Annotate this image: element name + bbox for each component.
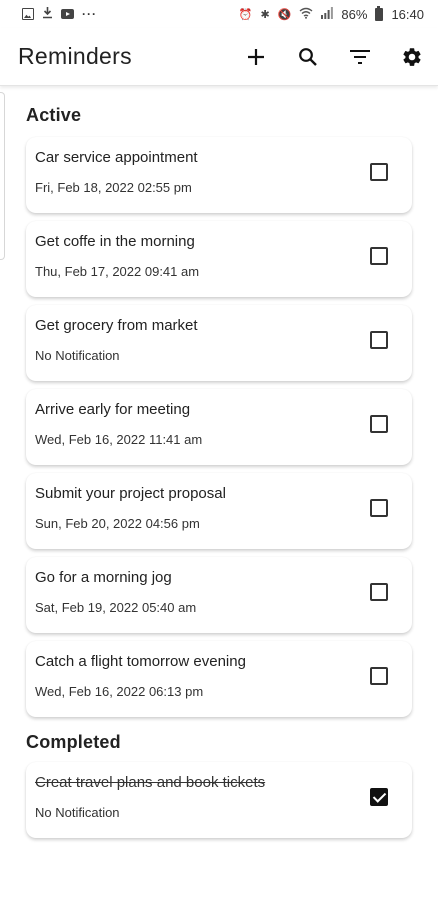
filter-button[interactable] <box>334 35 386 79</box>
image-icon <box>22 8 34 20</box>
reminder-datetime: Thu, Feb 17, 2022 09:41 am <box>35 264 200 279</box>
reminder-checkbox[interactable] <box>370 415 388 433</box>
youtube-icon <box>61 9 74 19</box>
alarm-icon: ⏰ <box>238 8 253 21</box>
status-time: 16:40 <box>391 6 424 22</box>
more-dots-icon: ··· <box>82 7 97 21</box>
reminder-datetime: Fri, Feb 18, 2022 02:55 pm <box>35 180 192 195</box>
section-heading-completed: Completed <box>26 732 121 752</box>
status-bar-right: ⏰ ✱ 🔇 86% 16:40 <box>238 5 424 22</box>
section-heading-active: Active <box>26 105 82 125</box>
search-icon <box>298 47 318 67</box>
app-bar: Reminders <box>0 28 438 86</box>
mute-icon: 🔇 <box>277 8 292 21</box>
reminder-checkbox[interactable] <box>370 163 388 181</box>
reminder-datetime: Wed, Feb 16, 2022 11:41 am <box>35 432 203 447</box>
bluetooth-icon: ✱ <box>260 8 270 21</box>
filter-icon <box>349 49 371 65</box>
status-bar-left: ··· <box>22 6 97 22</box>
reminder-checkbox[interactable] <box>370 247 388 265</box>
settings-button[interactable] <box>386 35 438 79</box>
add-button[interactable] <box>230 35 282 79</box>
add-icon <box>246 47 266 67</box>
reminder-title: Get grocery from market <box>35 317 198 334</box>
reminder-card[interactable]: Catch a flight tomorrow evening Wed, Feb… <box>26 641 412 717</box>
reminder-card[interactable]: Get grocery from market No Notification <box>26 305 412 381</box>
reminder-card[interactable]: Car service appointment Fri, Feb 18, 202… <box>26 137 412 213</box>
reminder-datetime: No Notification <box>35 805 120 820</box>
reminder-checkbox[interactable] <box>370 499 388 517</box>
reminder-title: Get coffe in the morning <box>35 233 195 250</box>
reminder-title: Car service appointment <box>35 149 198 166</box>
search-button[interactable] <box>282 35 334 79</box>
reminder-title: Catch a flight tomorrow evening <box>35 653 246 670</box>
reminder-title: Creat travel plans and book tickets <box>35 774 266 791</box>
reminder-title: Go for a morning jog <box>35 569 172 586</box>
settings-icon <box>401 46 423 68</box>
reminder-title: Submit your project proposal <box>35 485 226 502</box>
signal-icon <box>321 6 334 22</box>
battery-level: 86% <box>341 6 368 22</box>
reminder-card[interactable]: Go for a morning jog Sat, Feb 19, 2022 0… <box>26 557 412 633</box>
reminder-checkbox[interactable] <box>370 331 388 349</box>
reminder-title: Arrive early for meeting <box>35 401 191 418</box>
page-title: Reminders <box>18 43 132 69</box>
reminder-datetime: Wed, Feb 16, 2022 06:13 pm <box>35 684 204 699</box>
reminder-card[interactable]: Submit your project proposal Sun, Feb 20… <box>26 473 412 549</box>
completed-reminder-card[interactable]: Creat travel plans and book tickets No N… <box>26 762 412 838</box>
reminder-datetime: Sun, Feb 20, 2022 04:56 pm <box>35 516 200 531</box>
reminder-checkbox-checked[interactable] <box>370 788 388 806</box>
reminder-checkbox[interactable] <box>370 667 388 685</box>
battery-icon <box>375 5 384 21</box>
wifi-icon <box>299 7 313 22</box>
reminder-card[interactable]: Get coffe in the morning Thu, Feb 17, 20… <box>26 221 412 297</box>
reminder-checkbox[interactable] <box>370 583 388 601</box>
reminder-datetime: Sat, Feb 19, 2022 05:40 am <box>35 600 197 615</box>
reminder-card[interactable]: Arrive early for meeting Wed, Feb 16, 20… <box>26 389 412 465</box>
download-icon <box>42 6 53 22</box>
status-bar: ··· ⏰ ✱ 🔇 86% 16:40 <box>0 0 438 28</box>
drawer-edge-handle[interactable] <box>0 92 5 260</box>
reminder-datetime: No Notification <box>35 348 120 363</box>
app-bar-actions <box>230 35 438 79</box>
